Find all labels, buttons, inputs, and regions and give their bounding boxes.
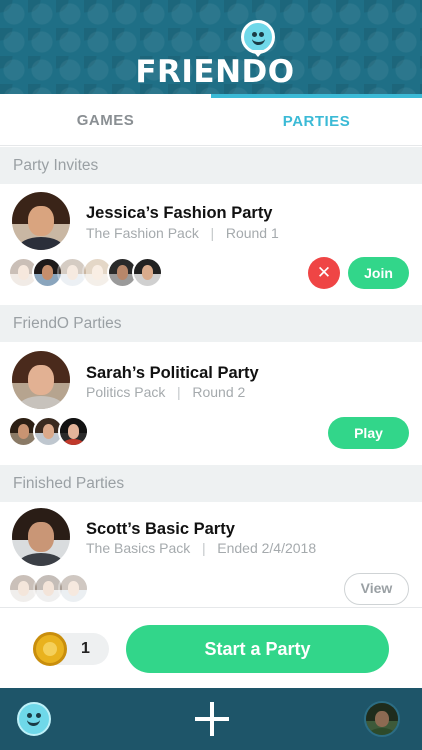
avatar: [12, 508, 70, 566]
party-status: Round 1: [225, 225, 279, 241]
party-active-row[interactable]: Sarah’s Political Party Politics Pack | …: [0, 342, 422, 465]
bottom-nav-bar: [0, 688, 422, 750]
view-button[interactable]: View: [344, 573, 409, 605]
party-meta: Politics Pack | Round 2: [86, 384, 245, 400]
section-party-invites: Party Invites: [0, 147, 422, 184]
plus-icon[interactable]: [195, 702, 229, 736]
party-invite-row[interactable]: Jessica’s Fashion Party The Fashion Pack…: [0, 184, 422, 305]
tab-games[interactable]: GAMES: [0, 94, 211, 146]
party-status: Ended 2/4/2018: [217, 540, 317, 556]
profile-avatar[interactable]: [364, 701, 400, 737]
coin-balance[interactable]: 1: [33, 632, 109, 666]
close-icon: ✕: [316, 263, 332, 282]
tab-parties[interactable]: PARTIES: [211, 94, 422, 146]
avatar: [12, 192, 70, 250]
party-status: Round 2: [192, 384, 246, 400]
section-friendo-parties: FriendO Parties: [0, 305, 422, 342]
bottom-action-panel: 1 Start a Party: [0, 607, 422, 688]
section-title: FriendO Parties: [13, 315, 122, 332]
party-name: Scott’s Basic Party: [86, 520, 235, 538]
join-button[interactable]: Join: [348, 257, 409, 289]
party-finished-row[interactable]: Scott’s Basic Party The Basics Pack | En…: [0, 502, 422, 607]
start-party-button[interactable]: Start a Party: [126, 625, 389, 673]
section-title: Finished Parties: [13, 475, 125, 492]
coin-icon: [33, 632, 67, 666]
party-name: Jessica’s Fashion Party: [86, 204, 273, 222]
play-button[interactable]: Play: [328, 417, 409, 449]
avatar: [58, 573, 89, 604]
app-header: FRIENDO: [0, 0, 422, 94]
avatar: [132, 257, 163, 288]
section-title: Party Invites: [13, 157, 99, 174]
app-logo-text: FRIENDO: [135, 54, 295, 90]
party-pack: The Basics Pack: [86, 540, 191, 556]
party-pack: Politics Pack: [86, 384, 166, 400]
avatar: [58, 416, 89, 447]
friendo-logo-icon: [241, 20, 275, 54]
party-name: Sarah’s Political Party: [86, 364, 259, 382]
party-pack: The Fashion Pack: [86, 225, 199, 241]
party-meta: The Fashion Pack | Round 1: [86, 225, 279, 241]
avatar: [12, 351, 70, 409]
meta-separator: |: [201, 540, 206, 556]
meta-separator: |: [177, 384, 181, 400]
party-meta: The Basics Pack | Ended 2/4/2018: [86, 540, 316, 556]
decline-button[interactable]: ✕: [308, 257, 340, 289]
meta-separator: |: [210, 225, 215, 241]
coin-count: 1: [81, 640, 90, 657]
tab-bar: GAMES PARTIES: [0, 94, 422, 146]
smiley-icon[interactable]: [17, 702, 51, 736]
section-finished-parties: Finished Parties: [0, 465, 422, 502]
